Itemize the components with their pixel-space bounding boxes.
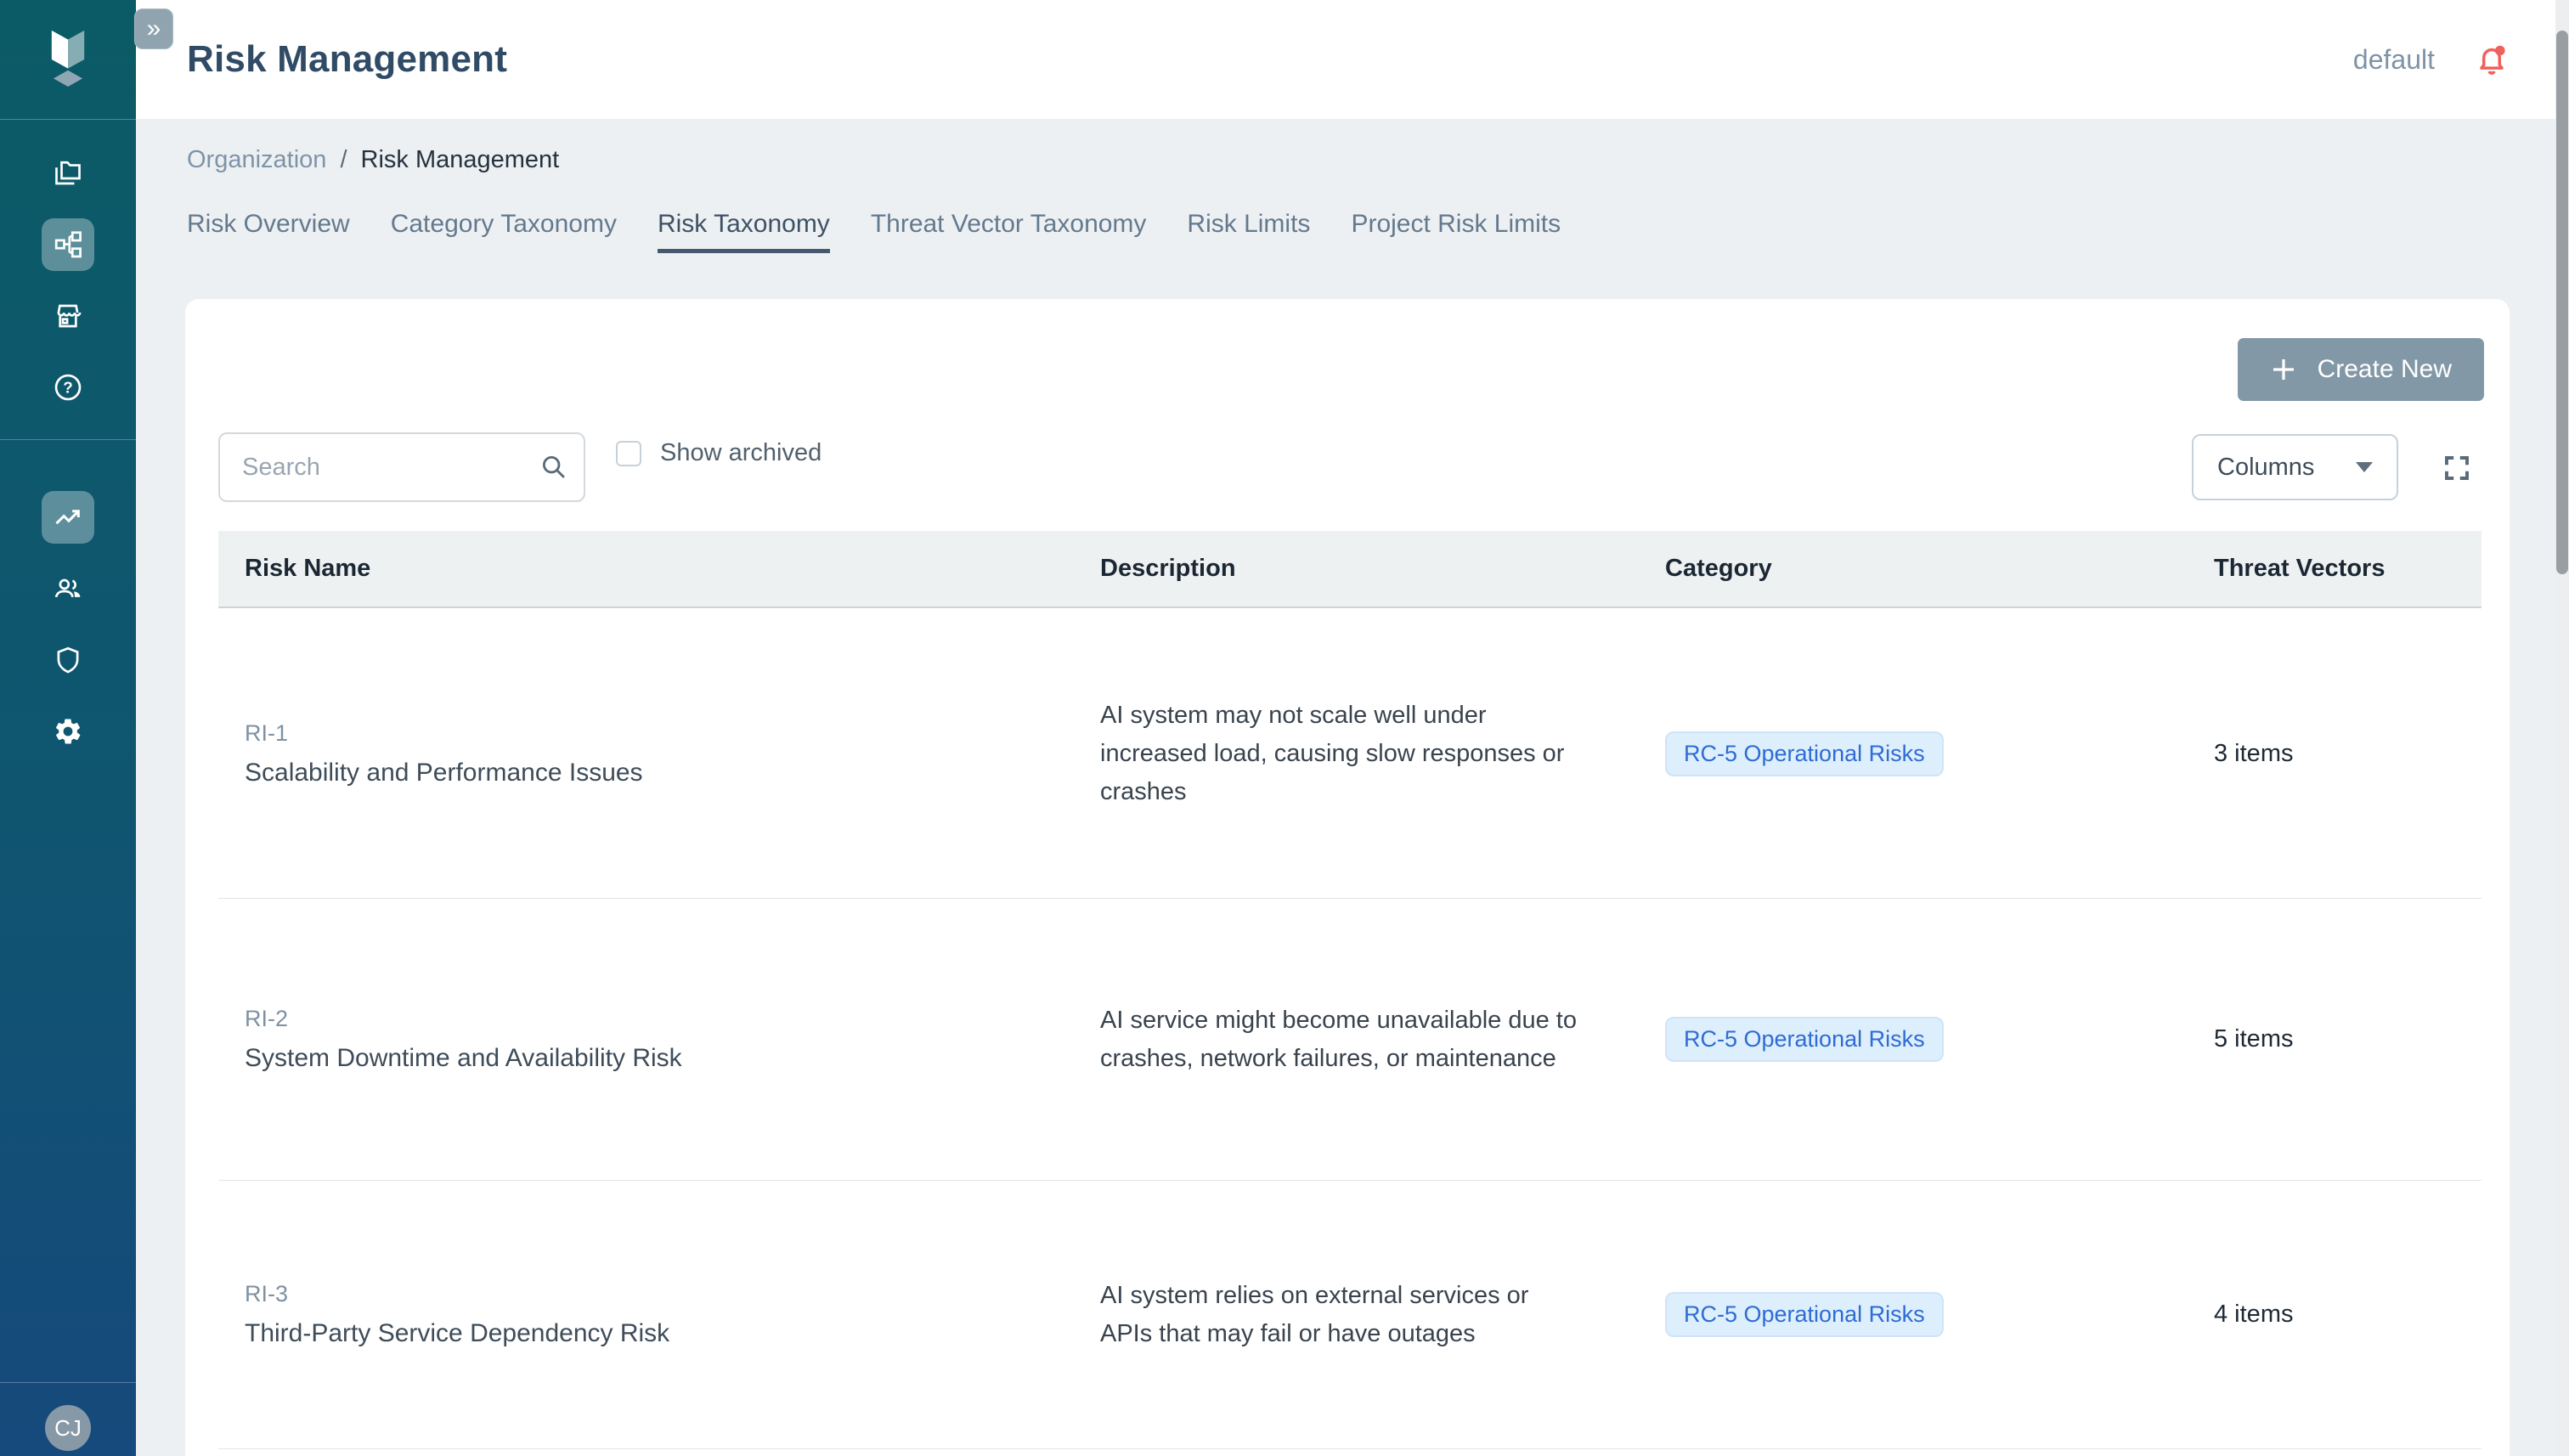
storefront-icon xyxy=(53,301,83,331)
risk-code: RI-3 xyxy=(245,1281,1100,1307)
people-icon xyxy=(53,573,83,604)
svg-text:?: ? xyxy=(63,379,72,397)
chevron-down-icon xyxy=(2356,462,2373,472)
page-scrollbar-track[interactable] xyxy=(2555,0,2569,1456)
sidebar-item-team[interactable] xyxy=(42,562,94,615)
table-row[interactable]: RI-2 System Downtime and Availability Ri… xyxy=(218,899,2481,1181)
page-title: Risk Management xyxy=(187,38,507,81)
risk-description: AI system may not scale well under incre… xyxy=(1100,697,1610,811)
page-scrollbar-thumb[interactable] xyxy=(2556,31,2568,574)
tab-risk-taxonomy[interactable]: Risk Taxonomy xyxy=(658,210,830,253)
search-box xyxy=(218,432,585,502)
column-header-risk-name: Risk Name xyxy=(245,555,1100,583)
threat-vectors-count: 3 items xyxy=(2214,740,2481,768)
tab-risk-overview[interactable]: Risk Overview xyxy=(187,210,350,253)
category-chip: RC-5 Operational Risks xyxy=(1665,731,1944,776)
tab-project-risk-limits[interactable]: Project Risk Limits xyxy=(1351,210,1561,253)
columns-dropdown[interactable]: Columns xyxy=(2192,434,2398,500)
app-logo xyxy=(0,0,136,119)
sidebar-item-marketplace[interactable] xyxy=(42,290,94,342)
sidebar-item-taxonomy[interactable] xyxy=(42,218,94,271)
fullscreen-icon[interactable] xyxy=(2442,453,2472,483)
create-new-button[interactable]: Create New xyxy=(2238,338,2484,401)
risk-name: Scalability and Performance Issues xyxy=(245,759,1100,787)
tab-risk-limits[interactable]: Risk Limits xyxy=(1187,210,1310,253)
risk-name: Third-Party Service Dependency Risk xyxy=(245,1319,1100,1348)
folder-stack-icon xyxy=(53,158,83,189)
table-header-row: Risk Name Description Category Threat Ve… xyxy=(218,531,2481,608)
environment-selector[interactable]: default xyxy=(2353,44,2435,76)
sidebar: ? xyxy=(0,0,136,1456)
columns-label: Columns xyxy=(2217,454,2314,482)
gear-icon xyxy=(53,716,83,747)
table-body: RI-1 Scalability and Performance Issues … xyxy=(218,610,2481,1449)
risk-name: System Downtime and Availability Risk xyxy=(245,1044,1100,1073)
column-header-threat-vectors: Threat Vectors xyxy=(2214,555,2481,583)
tab-threat-vector-taxonomy[interactable]: Threat Vector Taxonomy xyxy=(871,210,1147,253)
threat-vectors-count: 5 items xyxy=(2214,1025,2481,1053)
show-archived-checkbox[interactable] xyxy=(616,441,641,466)
column-header-category: Category xyxy=(1665,555,2214,583)
risk-taxonomy-panel: Create New Show archived Columns Risk Na… xyxy=(185,299,2510,1456)
sidebar-item-security[interactable] xyxy=(42,634,94,686)
shield-icon xyxy=(53,645,83,675)
help-icon: ? xyxy=(53,372,83,403)
show-archived-label[interactable]: Show archived xyxy=(660,439,822,467)
sidebar-item-settings[interactable] xyxy=(42,705,94,758)
table-row[interactable]: RI-3 Third-Party Service Dependency Risk… xyxy=(218,1181,2481,1449)
cube-logo-icon xyxy=(41,26,95,93)
user-avatar[interactable]: CJ xyxy=(45,1405,91,1451)
breadcrumb-organization-link[interactable]: Organization xyxy=(187,146,326,174)
plus-icon xyxy=(2270,356,2297,383)
tab-bar: Risk Overview Category Taxonomy Risk Tax… xyxy=(187,210,2569,253)
risk-description: AI system relies on external services or… xyxy=(1100,1277,1610,1353)
main-content: Organization / Risk Management Risk Over… xyxy=(136,119,2569,1456)
search-input[interactable] xyxy=(218,432,585,502)
category-chip: RC-5 Operational Risks xyxy=(1665,1017,1944,1062)
create-new-label: Create New xyxy=(2318,355,2452,384)
sidebar-divider xyxy=(0,1382,136,1383)
breadcrumb-current: Risk Management xyxy=(361,146,560,174)
sidebar-collapse-button[interactable]: » xyxy=(134,8,173,49)
trending-up-icon xyxy=(53,502,83,533)
breadcrumb-separator: / xyxy=(340,146,347,174)
sidebar-item-help[interactable]: ? xyxy=(42,361,94,414)
top-header: Risk Management default xyxy=(136,0,2569,119)
schema-icon xyxy=(53,229,83,260)
table-row[interactable]: RI-1 Scalability and Performance Issues … xyxy=(218,610,2481,899)
notification-bell-icon[interactable] xyxy=(2474,42,2510,77)
risk-code: RI-2 xyxy=(245,1006,1100,1032)
notification-dot xyxy=(2495,46,2505,56)
tab-category-taxonomy[interactable]: Category Taxonomy xyxy=(391,210,617,253)
column-header-description: Description xyxy=(1100,555,1665,583)
search-icon xyxy=(539,453,568,482)
category-chip: RC-5 Operational Risks xyxy=(1665,1292,1944,1337)
sidebar-item-projects[interactable] xyxy=(42,147,94,200)
sidebar-item-metrics[interactable] xyxy=(42,491,94,544)
risk-code: RI-1 xyxy=(245,720,1100,747)
risk-description: AI service might become unavailable due … xyxy=(1100,1002,1610,1078)
breadcrumb: Organization / Risk Management xyxy=(187,146,2569,174)
threat-vectors-count: 4 items xyxy=(2214,1301,2481,1329)
